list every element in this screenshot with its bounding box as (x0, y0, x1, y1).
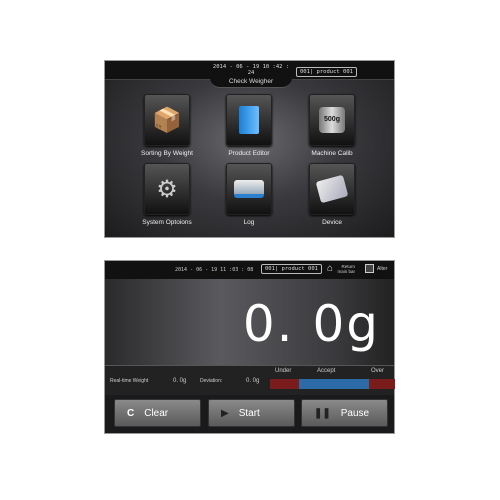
clear-label: Clear (144, 407, 169, 419)
app-title: Check Weigher (228, 78, 274, 85)
machine-calib-button[interactable]: 500g (309, 94, 355, 146)
pause-icon: ❚❚ (314, 407, 331, 419)
info-bar: Real-time Weight 0. 0g Deviation: 0. 0g … (105, 365, 395, 395)
clear-icon: C (127, 407, 135, 419)
product-indicator[interactable]: 001| product 001 (296, 67, 357, 77)
datetime: 2014 - 06 - 19 11 :03 : 08 (175, 267, 254, 273)
return-main-button[interactable]: ⌂ Return main bar (327, 263, 355, 274)
gear-icon: ⚙ (156, 175, 178, 203)
deviation-value: 0. 0g (246, 378, 260, 384)
document-icon (239, 106, 259, 134)
accept-label: Accept (317, 368, 336, 374)
home-icon: ⌂ (327, 263, 334, 274)
weighing-screen: 2014 - 06 - 19 11 :03 : 08 001| product … (104, 260, 395, 434)
device-button[interactable] (309, 163, 355, 215)
sorting-by-weight-button[interactable]: 📦 (144, 94, 190, 146)
alter-label: Alter (377, 265, 388, 272)
machine-calib-label: Machine Calib (311, 150, 353, 157)
deviation-label: Deviation: (200, 378, 223, 384)
datetime: 2014 - 06 - 19 10 :42 : 24 (212, 64, 290, 76)
pause-button[interactable]: ❚❚ Pause (301, 399, 388, 427)
pause-label: Pause (340, 407, 370, 419)
clear-button[interactable]: C Clear (114, 399, 201, 427)
title-tab: 2014 - 06 - 19 10 :42 : 24 Check Weigher (210, 61, 292, 88)
under-zone (270, 379, 299, 389)
realtime-label: Real-time Weight (110, 378, 149, 384)
product-editor-button[interactable] (226, 94, 272, 146)
weight-value: 0. 0g (242, 295, 380, 353)
edit-icon (365, 264, 374, 273)
device-icon (315, 174, 349, 204)
over-zone (368, 379, 395, 389)
over-label: Over (371, 368, 385, 374)
header-bar: 2014 - 06 - 19 11 :03 : 08 001| product … (105, 261, 394, 280)
product-indicator[interactable]: 001| product 001 (261, 264, 322, 274)
alter-button[interactable]: Alter (365, 264, 387, 273)
tolerance-bar (270, 379, 395, 389)
box-conveyor-icon: 📦 (152, 106, 182, 134)
realtime-value: 0. 0g (173, 378, 187, 384)
under-label: Under (275, 368, 292, 374)
start-button[interactable]: ▶ Start (208, 399, 295, 427)
weight-display: 0. 0g (105, 279, 394, 365)
log-button[interactable] (226, 163, 272, 215)
return-label: Return main bar (337, 263, 356, 274)
play-icon: ▶ (221, 407, 229, 419)
system-options-button[interactable]: ⚙ (144, 163, 190, 215)
start-label: Start (238, 407, 260, 419)
menu-screen: 2014 - 06 - 19 10 :42 : 24 Check Weigher… (104, 60, 395, 238)
accept-zone (298, 379, 369, 389)
printer-icon (234, 180, 264, 198)
weight-500g-icon: 500g (319, 107, 345, 133)
device-label: Device (322, 219, 342, 226)
